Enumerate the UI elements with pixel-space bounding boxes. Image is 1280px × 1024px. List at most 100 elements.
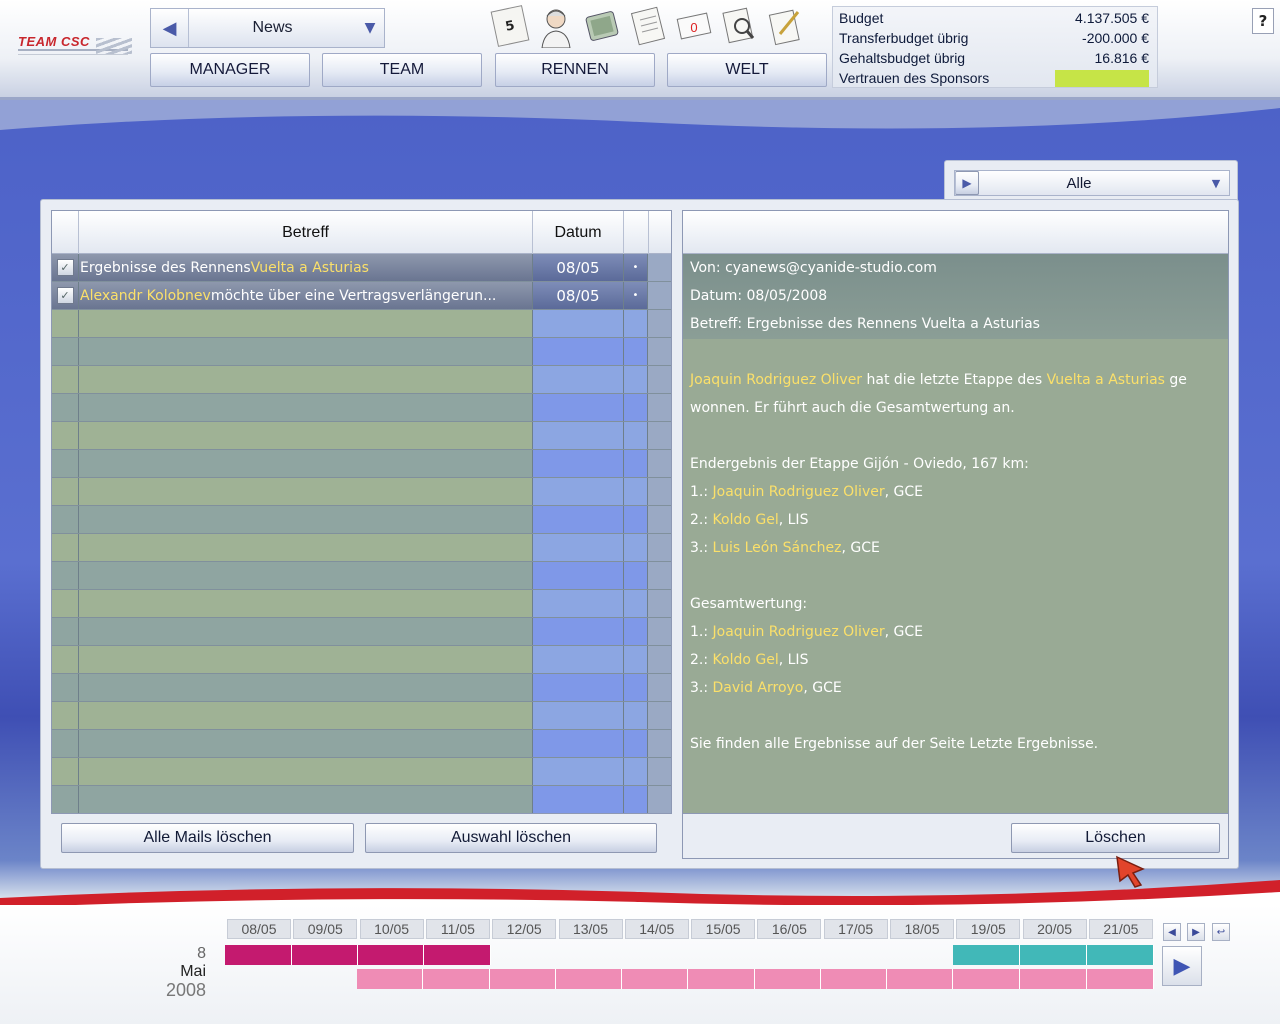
calendar-day[interactable]: 15/05 [691,919,756,939]
calendar-day[interactable]: 13/05 [558,919,623,939]
race-block[interactable] [755,969,821,989]
continue-arrow-icon[interactable]: ▶ [1162,946,1202,986]
scrollbar-track[interactable] [648,758,671,785]
scrollbar-track[interactable] [648,478,671,505]
calendar-bar: 8 Mai 2008 08/05 09/05 10/05 11/05 12/05 13/0… [0,905,1280,1024]
search-icon[interactable] [720,4,760,48]
delete-selection-button[interactable]: Auswahl löschen [365,823,657,853]
next-arrow-icon[interactable]: ▶ [955,171,979,195]
mail-row[interactable]: ✓ Alexandr Kolobnev möchte über eine Vert… [52,282,671,310]
scrollbar-track[interactable] [648,702,671,729]
date-column-header[interactable]: Datum [533,211,624,254]
mail-icon[interactable]: 0 [674,4,714,48]
scrollbar-track[interactable] [648,338,671,365]
empty-row [52,310,671,338]
scrollbar-track[interactable] [648,422,671,449]
calendar-day[interactable]: 16/05 [757,919,822,939]
calendar-day[interactable]: 20/05 [1022,919,1087,939]
rider-link[interactable]: Joaquin Rodriguez Oliver [713,624,885,640]
race-block[interactable] [1087,969,1154,989]
help-button[interactable]: ? [1252,8,1274,34]
scrollbar-track[interactable] [648,394,671,421]
scrollbar-track[interactable] [648,562,671,589]
scrollbar-track[interactable] [648,674,671,701]
rider-link[interactable]: Koldo Gel [713,652,779,668]
scrollbar-track[interactable] [648,254,671,281]
rider-link[interactable]: Joaquin Rodriguez Oliver [713,484,885,500]
race-block[interactable] [424,945,491,965]
calendar-reset-icon[interactable]: ↩ [1212,923,1230,941]
chevron-down-icon[interactable]: ▼ [1203,177,1229,190]
tab-welt[interactable]: WELT [667,53,827,87]
scrollbar-track[interactable] [648,730,671,757]
mail-row[interactable]: ✓ Ergebnisse des Rennens Vuelta a Asturia… [52,254,671,282]
mail-checkbox[interactable]: ✓ [56,287,74,304]
mail-list: Betreff Datum ✓ Ergebnisse des Rennens Vu… [51,210,672,814]
race-block[interactable] [357,969,423,989]
contract-icon[interactable] [628,4,668,48]
race-block[interactable] [490,969,556,989]
calendar-day[interactable]: 12/05 [492,919,557,939]
race-block[interactable] [358,945,424,965]
race-block[interactable] [622,969,688,989]
race-block[interactable] [1087,945,1154,965]
scrollbar-track[interactable] [648,534,671,561]
calendar-day[interactable]: 09/05 [293,919,358,939]
scrollbar-track[interactable] [648,590,671,617]
chevron-down-icon[interactable]: ▼ [356,20,384,36]
race-block[interactable] [688,969,755,989]
scrollbar-track[interactable] [648,786,671,813]
race-block[interactable] [225,945,292,965]
calendar-day[interactable]: 19/05 [956,919,1021,939]
scrollbar-track[interactable] [648,366,671,393]
calendar-day[interactable]: 10/05 [359,919,424,939]
scrollbar-track[interactable] [648,618,671,645]
race-block[interactable] [953,969,1020,989]
race-link[interactable]: Vuelta a Asturias [1047,372,1165,388]
notes-icon[interactable] [766,4,806,48]
race-block[interactable] [887,969,953,989]
calendar-prev-icon[interactable]: ◀ [1163,923,1181,941]
scrollbar-track[interactable] [648,506,671,533]
section-select[interactable]: ◀ News ▼ [150,8,385,48]
race-block[interactable] [953,945,1020,965]
rider-link[interactable]: Joaquin Rodriguez Oliver [690,372,862,388]
scrollbar-track[interactable] [648,282,671,309]
calendar-day[interactable]: 11/05 [425,919,490,939]
money-icon[interactable] [582,4,622,48]
scrollbar-track[interactable] [648,450,671,477]
delete-all-mails-button[interactable]: Alle Mails löschen [61,823,354,853]
scrollbar-track[interactable] [648,310,671,337]
race-block[interactable] [821,969,887,989]
race-block[interactable] [1020,945,1087,965]
back-arrow-icon[interactable]: ◀ [151,9,189,47]
mail-date-cell [533,534,624,561]
rider-link[interactable]: David Arroyo [713,680,804,696]
rider-link[interactable]: Koldo Gel [713,512,779,528]
mail-subject-cell [79,758,533,785]
rider-link[interactable]: Luis León Sánchez [713,540,842,556]
tab-manager[interactable]: MANAGER [150,53,310,87]
race-block[interactable] [556,969,622,989]
mail-checkbox[interactable]: ✓ [56,259,74,276]
calendar-day[interactable]: 18/05 [890,919,954,939]
calendar-next-icon[interactable]: ▶ [1187,923,1205,941]
delete-mail-button[interactable]: Löschen [1011,823,1220,853]
tab-team[interactable]: TEAM [322,53,482,87]
select-column-header[interactable] [52,211,79,254]
rider-icon[interactable] [536,4,576,48]
race-block[interactable] [292,945,358,965]
mail-filter-select[interactable]: ◀ Alle ▼ ▶ [954,170,1230,196]
scrollbar-track[interactable] [648,646,671,673]
calendar-day[interactable]: 08/05 [227,919,291,939]
tab-rennen[interactable]: RENNEN [495,53,655,87]
calendar-day[interactable]: 17/05 [823,919,888,939]
race-block[interactable] [423,969,490,989]
calendar-icon[interactable]: 5 [490,4,530,48]
empty-row [52,394,671,422]
mail-subject-cell [79,730,533,757]
subject-column-header[interactable]: Betreff [79,211,533,254]
calendar-day[interactable]: 14/05 [624,919,689,939]
race-block[interactable] [1020,969,1087,989]
calendar-day[interactable]: 21/05 [1088,919,1153,939]
